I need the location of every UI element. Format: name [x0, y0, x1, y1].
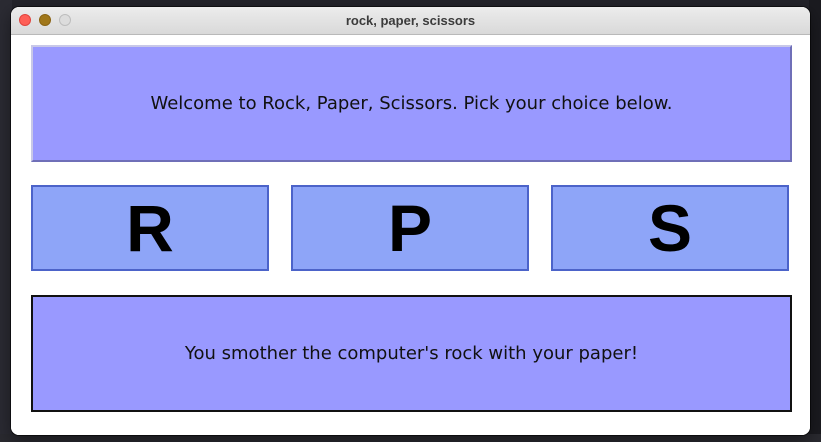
result-message: You smother the computer's rock with you…	[31, 295, 792, 412]
game-content: Welcome to Rock, Paper, Scissors. Pick y…	[11, 35, 810, 435]
background-bottom-bar	[0, 434, 821, 442]
rock-button[interactable]: R	[31, 185, 269, 271]
welcome-message: Welcome to Rock, Paper, Scissors. Pick y…	[31, 45, 792, 162]
window-title: rock, paper, scissors	[345, 13, 476, 28]
paper-button[interactable]: P	[291, 185, 529, 271]
title-bar[interactable]: rock, paper, scissors	[11, 7, 810, 35]
scissors-button[interactable]: S	[551, 185, 789, 271]
background-right-column	[809, 0, 821, 442]
app-window: rock, paper, scissors Welcome to Rock, P…	[11, 7, 810, 435]
